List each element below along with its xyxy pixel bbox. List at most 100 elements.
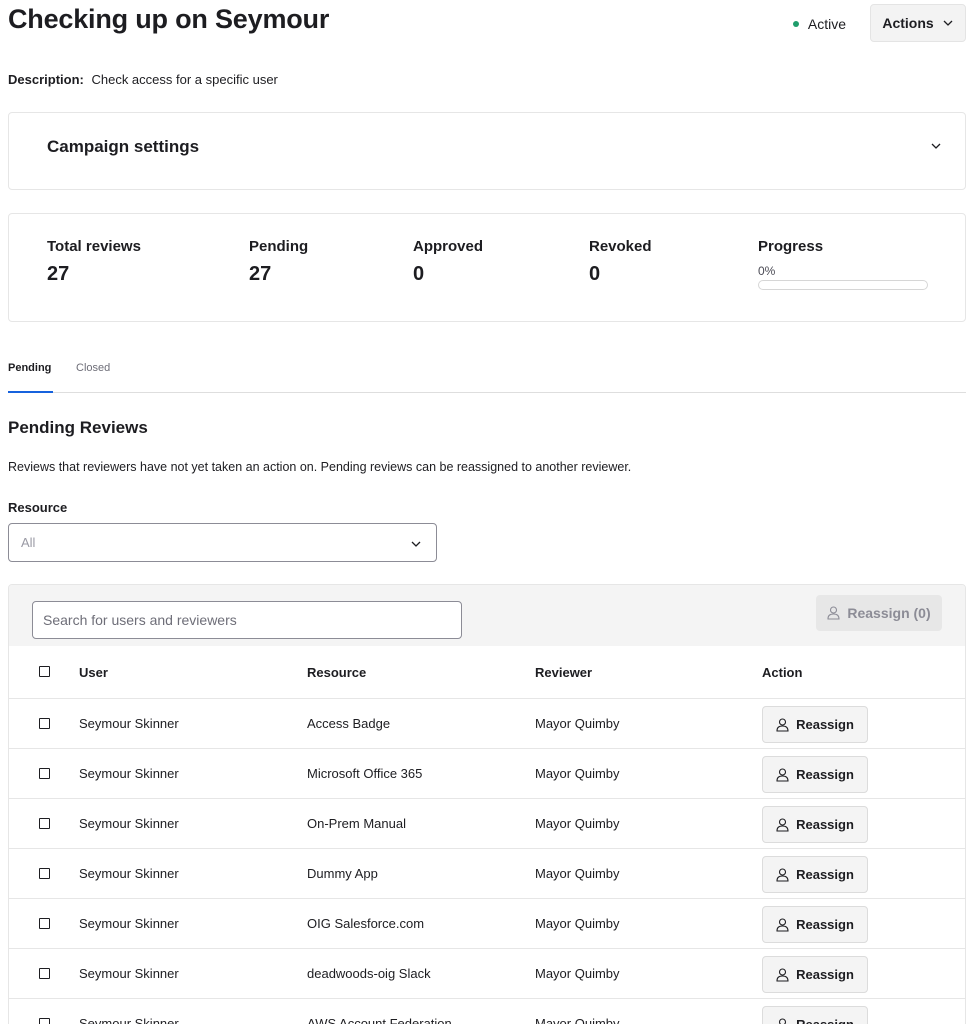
row-checkbox[interactable]	[39, 918, 50, 929]
stat-approved-value: 0	[413, 263, 425, 285]
cell-resource: deadwoods-oig Slack	[307, 966, 431, 981]
pending-reviews-table: Reassign (0) User Resource Reviewer Acti…	[8, 584, 966, 1024]
stat-revoked: Revoked 0	[589, 238, 652, 286]
cell-user: Seymour Skinner	[79, 1016, 179, 1024]
row-checkbox[interactable]	[39, 718, 50, 729]
reassign-button-label: Reassign	[796, 817, 854, 832]
section-description: Reviews that reviewers have not yet take…	[8, 460, 632, 474]
actions-button-label: Actions	[882, 15, 934, 31]
review-stats-panel: Total reviews 27 Pending 27 Approved 0 R…	[8, 213, 966, 322]
reassign-button-label: Reassign	[796, 867, 854, 882]
progress-percent: 0%	[758, 264, 776, 278]
reassign-selected-label: Reassign (0)	[847, 605, 931, 621]
user-icon	[776, 817, 789, 832]
campaign-settings-title: Campaign settings	[47, 137, 200, 156]
column-header-action: Action	[762, 665, 803, 680]
row-checkbox[interactable]	[39, 1018, 50, 1024]
table-row: Seymour Skinner Microsoft Office 365 Mayor…	[9, 749, 965, 799]
cell-reviewer: Mayor Quimby	[535, 966, 620, 981]
table-toolbar: Reassign (0)	[9, 585, 965, 646]
section-title: Pending Reviews	[8, 418, 148, 437]
user-icon	[779, 1017, 787, 1024]
reassign-button[interactable]: Reassign	[762, 756, 868, 793]
stat-progress: Progress 0%	[758, 238, 928, 290]
cell-reviewer: Mayor Quimby	[535, 1016, 620, 1024]
user-icon	[776, 867, 789, 882]
description-label: Description:	[8, 72, 84, 87]
row-checkbox[interactable]	[39, 868, 50, 879]
cell-resource: AWS Account Federation	[307, 1016, 452, 1024]
stat-pending-label: Pending	[249, 238, 309, 255]
reassign-button-label: Reassign	[796, 1017, 854, 1024]
stat-approved: Approved 0	[413, 238, 483, 286]
page-title: Checking up on Seymour	[8, 4, 330, 34]
tab-closed[interactable]: Closed	[76, 362, 110, 374]
reassign-button[interactable]: Reassign	[762, 856, 868, 893]
resource-filter-select[interactable]: All	[8, 523, 437, 562]
user-icon	[776, 917, 789, 932]
column-header-resource[interactable]: Resource	[307, 665, 366, 680]
chevron-down-icon	[411, 541, 421, 547]
table-row: Seymour Skinner Access Badge Mayor Quimby R…	[9, 699, 965, 749]
reassign-button[interactable]: Reassign	[762, 906, 868, 943]
expand-chevron-icon[interactable]	[929, 139, 943, 153]
reassign-button-label: Reassign	[796, 717, 854, 732]
search-input[interactable]	[32, 601, 462, 639]
reassign-button-label: Reassign	[796, 967, 854, 982]
cell-reviewer: Mayor Quimby	[535, 766, 620, 781]
cell-resource: On-Prem Manual	[307, 816, 406, 831]
stat-progress-label: Progress	[758, 238, 824, 255]
row-checkbox[interactable]	[39, 768, 50, 779]
cell-user: Seymour Skinner	[79, 816, 179, 831]
status-label: Active	[807, 16, 846, 32]
reassign-button-label: Reassign	[796, 767, 854, 782]
column-header-reviewer[interactable]: Reviewer	[535, 665, 592, 680]
description-text: Check access for a specific user	[91, 72, 278, 87]
stat-revoked-label: Revoked	[589, 238, 652, 255]
stat-pending-value: 27	[249, 263, 272, 285]
cell-resource: Microsoft Office 365	[307, 766, 423, 781]
campaign-description: Description: Check access for a specific…	[8, 72, 278, 87]
user-icon	[827, 606, 840, 620]
reassign-button[interactable]: Reassign	[762, 956, 868, 993]
resource-filter-label: Resource	[8, 500, 68, 515]
column-header-user[interactable]: User	[79, 665, 108, 680]
stat-total-reviews: Total reviews 27	[47, 238, 141, 286]
user-icon	[776, 767, 789, 782]
status-dot-icon	[792, 21, 799, 27]
row-checkbox[interactable]	[39, 818, 50, 829]
cell-user: Seymour Skinner	[79, 916, 179, 931]
stat-total-value: 27	[47, 263, 70, 285]
resource-filter-value: All	[21, 535, 36, 550]
active-tab-indicator	[8, 391, 53, 393]
table-row: Seymour Skinner OIG Salesforce.com Mayor Q…	[9, 899, 965, 949]
stat-total-label: Total reviews	[47, 238, 141, 255]
cell-user: Seymour Skinner	[79, 966, 179, 981]
table-row: Seymour Skinner AWS Account Federation May…	[9, 999, 965, 1024]
page-header: Checking up on Seymour Active Actions	[8, 0, 966, 46]
cell-user: Seymour Skinner	[79, 716, 179, 731]
reassign-button[interactable]: Reassign	[762, 1006, 868, 1024]
reassign-button[interactable]: Reassign	[762, 806, 868, 843]
review-tabs: Pending Closed	[8, 356, 966, 393]
campaign-settings-panel[interactable]: Campaign settings	[8, 112, 966, 190]
cell-resource: OIG Salesforce.com	[307, 916, 425, 931]
cell-user: Seymour Skinner	[79, 766, 179, 781]
cell-resource: Access Badge	[307, 716, 391, 731]
stat-approved-label: Approved	[413, 238, 484, 255]
reassign-selected-button[interactable]: Reassign (0)	[816, 595, 942, 631]
reassign-button-label: Reassign	[796, 917, 854, 932]
row-checkbox[interactable]	[39, 968, 50, 979]
stat-pending: Pending 27	[249, 238, 308, 286]
progress-bar	[758, 280, 928, 290]
select-all-checkbox[interactable]	[39, 666, 50, 677]
table-row: Seymour Skinner Dummy App Mayor Quimby Reas…	[9, 849, 965, 899]
actions-button[interactable]: Actions	[870, 4, 966, 42]
status-badge: Active	[792, 16, 846, 32]
cell-reviewer: Mayor Quimby	[535, 816, 620, 831]
cell-user: Seymour Skinner	[79, 866, 179, 881]
reassign-button[interactable]: Reassign	[762, 706, 868, 743]
tab-pending[interactable]: Pending	[8, 362, 51, 374]
table-row: Seymour Skinner On-Prem Manual Mayor Quimb…	[9, 799, 965, 849]
cell-reviewer: Mayor Quimby	[535, 916, 620, 931]
